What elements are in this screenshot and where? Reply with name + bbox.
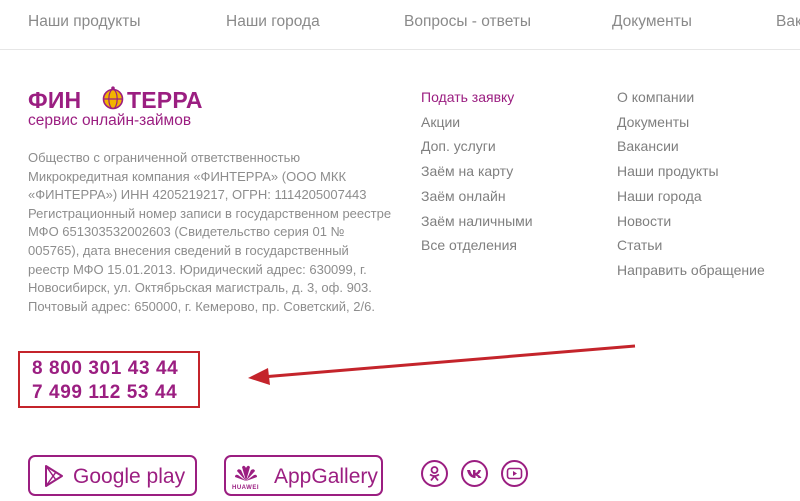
link-all-branches[interactable]: Все отделения [421,233,533,258]
logo-brand-left: ФИН [28,87,82,113]
link-extra-services[interactable]: Доп. услуги [421,134,533,159]
nav-item-products[interactable]: Наши продукты [28,13,141,31]
google-play-button[interactable]: Google play [28,455,197,496]
phone-number-2[interactable]: 7 499 112 53 44 [32,382,177,404]
footer-links-col2: О компании Документы Вакансии Наши проду… [617,85,765,283]
app-gallery-button[interactable]: HUAWEI AppGallery [224,455,383,496]
play-icon [45,465,63,487]
top-nav: Наши продукты Наши города Вопросы - отве… [0,0,800,50]
company-legal-info: Общество с ограниченной ответственностью… [28,150,392,314]
annotation-arrow [248,344,636,385]
phone-number-1[interactable]: 8 800 301 43 44 [32,358,178,380]
huawei-label: HUAWEI [232,485,259,491]
nav-item-vacancies[interactable]: Вак [776,13,800,31]
footer-links-col1: Подать заявку Акции Доп. услуги Заём на … [421,85,533,258]
link-cities[interactable]: Наши города [617,184,765,209]
finterra-logo[interactable]: ФИН ТЕРРА сервис онлайн-займов [28,82,228,132]
phone-numbers-box: 8 800 301 43 44 7 499 112 53 44 [18,351,200,408]
link-documents[interactable]: Документы [617,110,765,135]
google-play-label: Google play [73,465,186,488]
globe-icon [102,86,124,110]
odnoklassniki-icon[interactable] [421,460,448,487]
link-loan-online[interactable]: Заём онлайн [421,184,533,209]
link-about[interactable]: О компании [617,85,765,110]
app-gallery-label: AppGallery [274,465,378,488]
nav-item-cities[interactable]: Наши города [226,13,320,31]
logo-brand-right: ТЕРРА [127,87,203,113]
logo-tagline: сервис онлайн-займов [28,112,192,129]
link-articles[interactable]: Статьи [617,233,765,258]
nav-item-documents[interactable]: Документы [612,13,692,31]
huawei-icon [235,465,257,481]
link-loan-cash[interactable]: Заём наличными [421,209,533,234]
nav-item-faq[interactable]: Вопросы - ответы [404,13,531,31]
link-promotions[interactable]: Акции [421,110,533,135]
vk-icon[interactable] [461,460,488,487]
link-products[interactable]: Наши продукты [617,159,765,184]
link-news[interactable]: Новости [617,209,765,234]
link-loan-to-card[interactable]: Заём на карту [421,159,533,184]
link-vacancies[interactable]: Вакансии [617,134,765,159]
youtube-icon[interactable] [501,460,528,487]
link-apply[interactable]: Подать заявку [421,85,533,110]
link-send-request[interactable]: Направить обращение [617,258,765,283]
